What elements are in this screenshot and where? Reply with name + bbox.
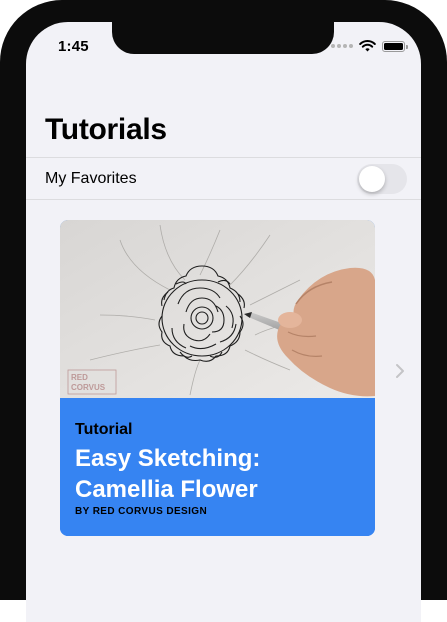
tutorial-title: Easy Sketching: Camellia Flower <box>75 445 261 503</box>
page-title: Tutorials <box>45 113 167 146</box>
signal-dots-icon <box>331 44 353 48</box>
tutorial-card[interactable]: RED CORVUS Tutorial Easy Sketching: Came… <box>60 220 375 536</box>
status-time: 1:45 <box>58 38 89 55</box>
status-icons <box>331 40 408 52</box>
tutorial-byline: BY RED CORVUS DESIGN <box>75 506 208 517</box>
device-volume-up <box>0 178 6 244</box>
device-power-button <box>441 178 447 276</box>
favorites-row: My Favorites <box>26 157 421 200</box>
notch <box>112 22 334 54</box>
app-screen: 1:45 Tutorials My Favorites RED CORVUS T… <box>26 22 421 622</box>
toggle-knob <box>359 166 385 192</box>
battery-icon <box>382 40 408 52</box>
favorites-label: My Favorites <box>45 170 137 187</box>
tutorial-kicker: Tutorial <box>75 421 133 438</box>
tutorial-card-body: Tutorial Easy Sketching: Camellia Flower… <box>60 398 375 536</box>
svg-text:RED: RED <box>71 373 88 382</box>
device-volume-down <box>0 246 6 304</box>
wifi-icon <box>359 40 376 52</box>
device-side-button <box>0 118 6 152</box>
chevron-right-icon[interactable] <box>395 363 405 379</box>
tutorial-thumbnail: RED CORVUS <box>60 220 375 400</box>
svg-text:CORVUS: CORVUS <box>71 383 106 392</box>
favorites-toggle[interactable] <box>357 164 407 194</box>
